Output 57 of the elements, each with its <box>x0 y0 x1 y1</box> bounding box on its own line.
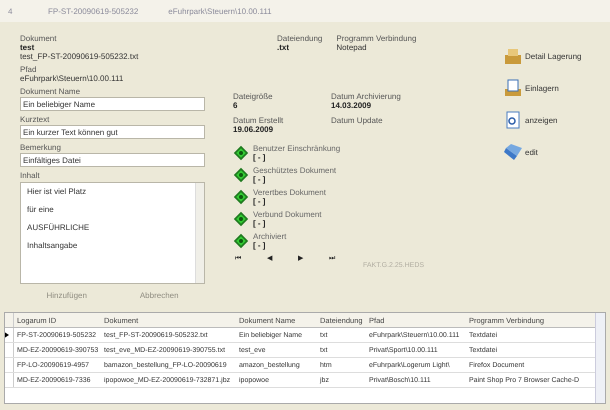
header-path: eFuhrpark\Steuern\10.00.111 <box>168 6 272 16</box>
input-field[interactable]: Ein kurzer Text können gut <box>20 125 205 139</box>
content-line: Hier ist viel Platz <box>27 187 88 196</box>
document-name: test <box>20 43 36 52</box>
pencil-icon <box>503 142 523 162</box>
extension-value: .txt <box>277 43 290 52</box>
status-diamond-icon <box>233 211 249 227</box>
document-file: test_FP-ST-20090619-505232.txt <box>20 52 140 61</box>
input-field[interactable]: Ein beliebiger Name <box>20 97 205 111</box>
field-label: Pfad <box>20 65 38 74</box>
flag-value: [ - ] <box>253 219 266 228</box>
status-diamond-icon <box>233 167 249 183</box>
flag-value: [ - ] <box>253 241 266 250</box>
status-diamond-icon <box>233 189 249 205</box>
action-button[interactable]: edit <box>503 142 582 162</box>
action-button[interactable]: anzeigen <box>503 110 582 130</box>
box-icon <box>503 46 523 66</box>
field-label: Datum Archivierung <box>331 92 401 101</box>
scrollbar[interactable] <box>195 183 204 283</box>
flag-label: Archiviert <box>253 232 286 241</box>
flag-label: Geschütztes Dokument <box>253 166 336 175</box>
field-label: Datum Erstellt <box>233 116 284 125</box>
created-value: 19.06.2009 <box>233 125 274 134</box>
content-line: für eine <box>27 205 55 214</box>
field-label: Inhalt <box>20 171 41 180</box>
field-label: Programm Verbindung <box>336 34 416 43</box>
field-label: Dokument Name <box>20 87 82 96</box>
field-label: Kurztext <box>20 115 50 124</box>
input-field[interactable]: Einfältiges Datei <box>20 153 205 167</box>
program-value: Notepad <box>336 43 368 52</box>
flag-label: Verertbes Dokument <box>253 188 326 197</box>
current-row-icon <box>5 332 9 338</box>
field-label: Dokument <box>20 34 58 43</box>
field-label: Datum Update <box>331 116 384 125</box>
flag-value: [ - ] <box>253 175 266 184</box>
field-label: Dateiendung <box>277 34 322 43</box>
status-diamond-icon <box>233 233 249 249</box>
flag-value: [ - ] <box>253 197 266 206</box>
field-label: Dateigröße <box>233 92 274 101</box>
action-button[interactable]: Einlagern <box>503 78 582 98</box>
archived-value: 14.03.2009 <box>331 101 372 110</box>
flag-value: [ - ] <box>253 153 266 162</box>
content-line: Inhaltsangabe <box>27 241 78 250</box>
record-number: 4 <box>8 6 14 16</box>
path-value: eFuhrpark\Steuern\10.00.111 <box>20 74 124 83</box>
field-label: Bemerkung <box>20 143 62 152</box>
status-diamond-icon <box>233 145 249 161</box>
document-box-icon <box>503 78 523 98</box>
row-selector[interactable] <box>5 328 14 342</box>
scrollbar[interactable] <box>595 313 605 403</box>
flag-label: Benutzer Einschränkung <box>253 144 340 153</box>
action-button[interactable]: Detail Lagerung <box>503 46 582 66</box>
document-id: FP-ST-20090619-505232 <box>48 6 138 16</box>
content-line: AUSFÜHRLICHE <box>27 223 90 232</box>
size-value: 6 <box>233 101 238 110</box>
content-textarea[interactable]: Hier ist viel Platz für eine AUSFÜHRLICHE Inhaltsangabe <box>20 182 205 284</box>
flag-label: Verbund Dokument <box>253 210 322 219</box>
